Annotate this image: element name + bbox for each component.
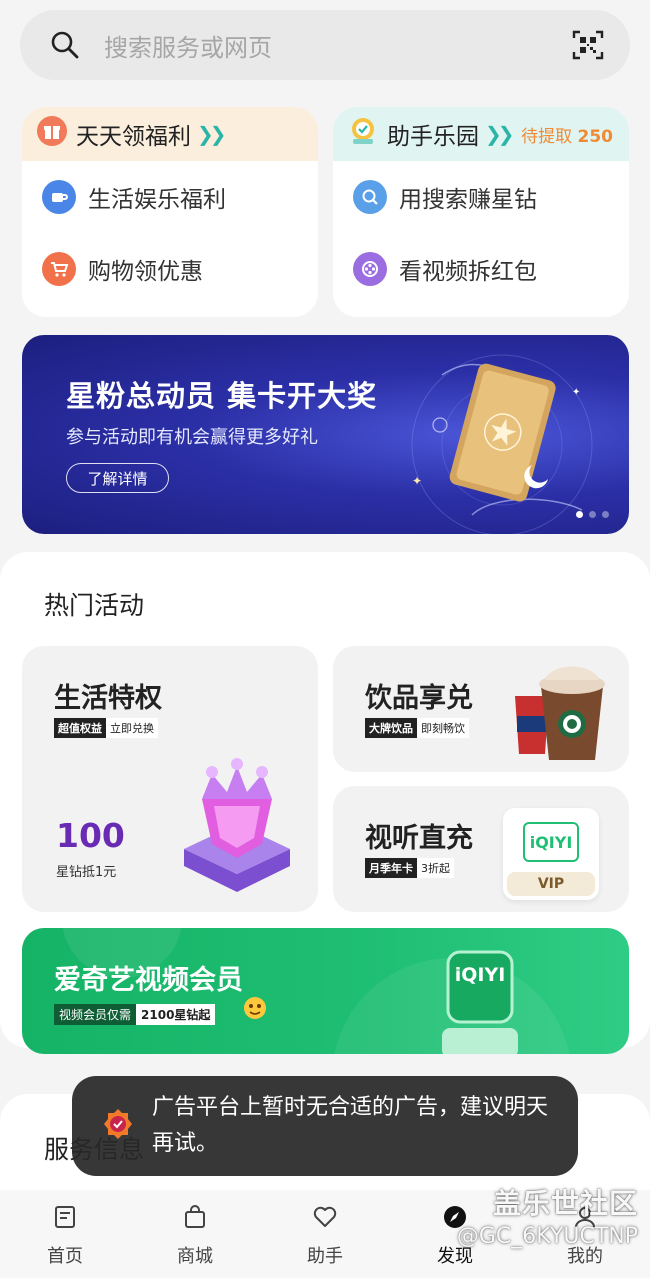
heart-icon xyxy=(312,1204,338,1234)
hot-activities-title: 热门活动 xyxy=(44,591,145,620)
pending-label: 待提取 xyxy=(521,126,573,147)
diamond-value-caption: 星钻抵1元 xyxy=(56,865,117,880)
banner-details-button[interactable]: 了解详情 xyxy=(66,463,169,493)
pager-dot xyxy=(602,511,609,518)
vip-badge: VIP xyxy=(507,872,595,896)
welfare-item-shopping[interactable]: 购物领优惠 xyxy=(22,233,318,305)
double-chevron-right-icon: ❯❯ xyxy=(197,122,226,146)
toast-message: 广告平台上暂时无合适的广告，建议明天再试。 xyxy=(152,1095,549,1156)
badge-check-icon xyxy=(102,1108,134,1144)
svg-text:✦: ✦ xyxy=(572,387,580,398)
film-reel-icon xyxy=(353,252,387,286)
pending-count: 250 xyxy=(577,126,614,147)
tag-light: 立即兑换 xyxy=(106,718,158,738)
banner-subtitle: 参与活动即有机会赢得更多好礼 xyxy=(66,427,318,448)
tag-light: 3折起 xyxy=(417,858,454,878)
watermark-user: @GC_6KYUCTNP xyxy=(456,1224,638,1249)
pager-dot xyxy=(576,511,583,518)
assistant-card-header[interactable]: 助手乐园 ❯❯ 待提取 250 xyxy=(333,107,629,161)
search-bar[interactable]: 搜索服务或网页 xyxy=(20,10,630,80)
nav-assistant[interactable]: 助手 xyxy=(260,1190,390,1278)
search-coin-icon xyxy=(353,180,387,214)
drink-cups-icon xyxy=(515,666,605,760)
assistant-card: 助手乐园 ❯❯ 待提取 250 用搜索赚星钻 看视频拆红包 xyxy=(333,107,629,317)
welfare-item-life-label: 生活娱乐福利 xyxy=(88,187,226,213)
tag-dark: 月季年卡 xyxy=(365,858,417,878)
assistant-item-video[interactable]: 看视频拆红包 xyxy=(333,233,629,305)
life-privilege-tile[interactable]: 生活特权 超值权益 立即兑换 100 星钻抵1元 xyxy=(22,646,318,912)
assistant-item-search-label: 用搜索赚星钻 xyxy=(399,187,537,213)
audio-video-title: 视听直充 xyxy=(365,823,473,854)
iqiyi-vip-card: iQIYI VIP xyxy=(503,808,599,900)
welfare-item-life[interactable]: 生活娱乐福利 xyxy=(22,161,318,233)
watermark: 盖乐世社区 @GC_6KYUCTNP xyxy=(457,1182,638,1249)
assistant-card-title: 助手乐园 xyxy=(387,124,479,150)
tag-dark: 视频会员仅需 xyxy=(54,1004,137,1025)
banner-pager xyxy=(576,511,609,518)
iqiyi-banner-tag: 视频会员仅需 2100星钻起 xyxy=(54,1004,216,1025)
tag-light: 即刻畅饮 xyxy=(417,718,469,738)
welfare-card-title: 天天领福利 xyxy=(76,124,191,150)
drinks-title: 饮品享兑 xyxy=(365,683,473,714)
welfare-item-shopping-label: 购物领优惠 xyxy=(88,259,203,285)
banner-title: 星粉总动员 集卡开大奖 xyxy=(66,379,378,413)
medal-icon xyxy=(347,115,379,153)
nav-home[interactable]: 首页 xyxy=(0,1190,130,1278)
nav-shop[interactable]: 商城 xyxy=(130,1190,260,1278)
crown-diamond-icon xyxy=(184,758,290,892)
double-chevron-right-icon: ❯❯ xyxy=(485,122,514,146)
pending-reward: 待提取 250 xyxy=(521,122,613,147)
audio-video-tag: 月季年卡 3折起 xyxy=(365,858,454,878)
iqiyi-banner-logo: iQIYI xyxy=(454,964,506,986)
ad-unavailable-toast: 广告平台上暂时无合适的广告，建议明天再试。 xyxy=(72,1076,578,1176)
audio-video-tile[interactable]: 视听直充 月季年卡 3折起 iQIYI VIP xyxy=(333,786,629,912)
svg-text:✦: ✦ xyxy=(412,474,422,488)
shop-bag-icon xyxy=(182,1204,208,1234)
shopping-cart-icon xyxy=(42,252,76,286)
card-hand-illustration: ✦ ✦ xyxy=(411,354,593,534)
iqiyi-membership-banner[interactable]: iQIYI 爱奇艺视频会员 视频会员仅需 2100星钻起 xyxy=(22,928,629,1054)
assistant-item-video-label: 看视频拆红包 xyxy=(399,259,537,285)
search-icon xyxy=(50,30,80,60)
drinks-tile[interactable]: 饮品享兑 大牌饮品 即刻畅饮 xyxy=(333,646,629,772)
qr-scan-icon[interactable] xyxy=(572,29,604,61)
pager-dot xyxy=(589,511,596,518)
nav-assistant-label: 助手 xyxy=(307,1246,343,1267)
search-placeholder[interactable]: 搜索服务或网页 xyxy=(104,28,572,63)
welfare-card: 天天领福利 ❯❯ 生活娱乐福利 购物领优惠 xyxy=(22,107,318,317)
welfare-card-header[interactable]: 天天领福利 ❯❯ xyxy=(22,107,318,161)
tag-dark: 大牌饮品 xyxy=(365,718,417,738)
nav-home-label: 首页 xyxy=(47,1246,83,1267)
watermark-site: 盖乐世社区 xyxy=(492,1187,638,1220)
nav-shop-label: 商城 xyxy=(177,1246,213,1267)
tag-light: 2100星钻起 xyxy=(136,1004,216,1025)
coffee-cup-icon xyxy=(42,180,76,214)
hot-activities-section: 热门活动 生活特权 超值权益 立即兑换 100 星钻抵1元 饮品享兑 大牌饮品 … xyxy=(0,552,650,1054)
assistant-item-search[interactable]: 用搜索赚星钻 xyxy=(333,161,629,233)
drinks-tag: 大牌饮品 即刻畅饮 xyxy=(365,718,469,738)
iqiyi-banner-title: 爱奇艺视频会员 xyxy=(54,965,243,996)
home-icon xyxy=(52,1204,78,1234)
life-privilege-title: 生活特权 xyxy=(54,683,162,714)
gift-icon xyxy=(36,115,68,153)
tag-dark: 超值权益 xyxy=(54,718,106,738)
iqiyi-logo: iQIYI xyxy=(523,822,579,862)
diamond-value: 100 xyxy=(56,816,125,855)
promo-banner[interactable]: ✦ ✦ 星粉总动员 集卡开大奖 参与活动即有机会赢得更多好礼 了解详情 xyxy=(22,335,629,534)
life-privilege-tag: 超值权益 立即兑换 xyxy=(54,718,158,738)
